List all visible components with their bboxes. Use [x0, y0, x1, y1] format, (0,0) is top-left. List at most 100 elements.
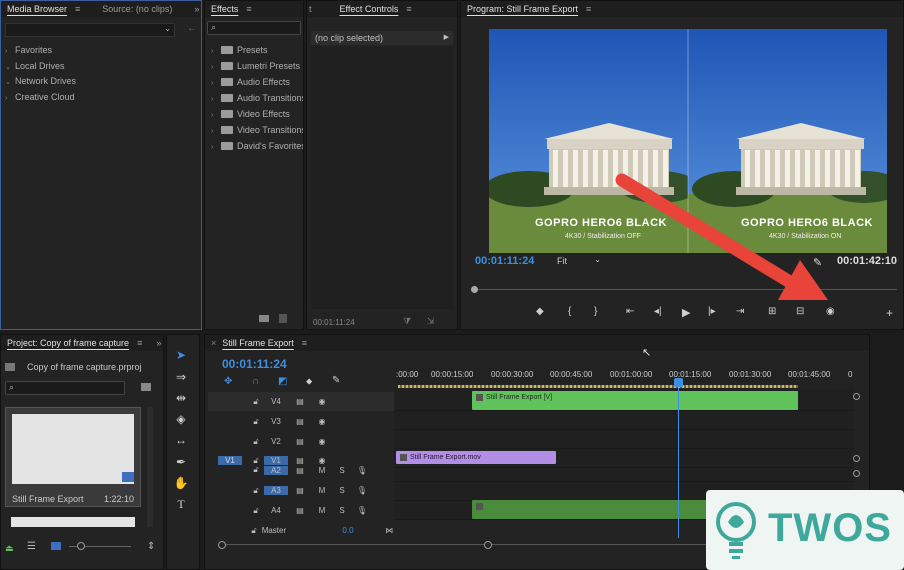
timeline-timecode[interactable]: 00:01:11:24	[222, 357, 287, 371]
effects-item-lumetri[interactable]: › Lumetri Presets	[211, 61, 300, 71]
panel-menu-icon[interactable]: ≡	[406, 4, 411, 14]
lock-icon[interactable]: ⏏	[5, 543, 14, 554]
mark-in-icon[interactable]: {	[568, 306, 571, 317]
scroll-handle-mid[interactable]	[853, 455, 860, 462]
playhead-handle[interactable]	[674, 378, 683, 387]
microphone-icon[interactable]: 🎙︎	[352, 466, 372, 475]
pen-tool-icon[interactable]: ✒	[170, 455, 192, 469]
microphone-icon[interactable]: 🎙︎	[352, 506, 372, 515]
tab-source[interactable]: Source: (no clips)	[96, 1, 178, 17]
fit-tracks-icon[interactable]: ⋈	[384, 526, 394, 535]
eye-icon[interactable]: ◉	[312, 397, 332, 406]
lock-icon[interactable]: 🔓︎	[248, 486, 264, 496]
sync-icon[interactable]: ▤	[288, 506, 312, 515]
sync-icon[interactable]: ▤	[288, 466, 312, 475]
track-label[interactable]: A2	[264, 465, 288, 475]
track-label[interactable]: A3	[264, 486, 288, 495]
tree-item-local-drives[interactable]: ⌄ Local Drives	[5, 61, 65, 71]
timeline-horizontal-scrollbar[interactable]	[218, 541, 708, 550]
mute-button[interactable]: M	[312, 466, 332, 475]
lock-icon[interactable]: 🔓︎	[248, 417, 264, 427]
wrench-icon[interactable]: ✎	[813, 256, 822, 269]
sort-icon[interactable]: ⇕	[147, 541, 155, 552]
panel-menu-icon[interactable]: ≡	[586, 4, 591, 14]
scroll-handle-right[interactable]	[484, 541, 492, 549]
lock-icon[interactable]: 🔓︎	[246, 526, 261, 536]
sync-icon[interactable]: ▤	[288, 397, 312, 406]
eye-icon[interactable]: ◉	[312, 437, 332, 446]
go-to-in-icon[interactable]: ⇤	[626, 306, 634, 317]
lane-v2[interactable]	[394, 430, 854, 449]
mark-out-icon[interactable]: }	[594, 306, 597, 317]
ripple-edit-tool-icon[interactable]: ⇹	[170, 391, 192, 405]
effects-item-audio-transitions[interactable]: › Audio Transitions	[211, 93, 303, 103]
effects-item-presets[interactable]: › Presets	[211, 45, 268, 55]
panel-menu-icon[interactable]: ≡	[246, 4, 251, 14]
selection-tool-icon[interactable]: ➤	[170, 348, 192, 362]
slip-tool-icon[interactable]: ↔	[170, 433, 192, 447]
path-dropdown[interactable]: ⌄	[5, 23, 175, 37]
microphone-icon[interactable]: 🎙︎	[352, 486, 372, 495]
add-marker-icon[interactable]: ⬥	[306, 376, 312, 387]
lock-icon[interactable]: 🔓︎	[248, 437, 264, 447]
tree-item-favorites[interactable]: › Favorites	[5, 45, 52, 55]
effects-item-video-effects[interactable]: › Video Effects	[211, 109, 290, 119]
linked-selection-icon[interactable]: ◩	[278, 376, 287, 387]
solo-button[interactable]: S	[332, 486, 352, 495]
sync-icon[interactable]: ▤	[288, 486, 312, 495]
zoom-slider[interactable]	[69, 542, 131, 550]
export-frame-camera-icon[interactable]: ◉	[826, 306, 835, 317]
export-icon[interactable]: ⇲	[427, 316, 435, 327]
effects-search-input[interactable]: ⌕	[207, 21, 301, 35]
overflow-icon[interactable]: »	[194, 4, 199, 14]
tab-timeline[interactable]: Still Frame Export	[216, 335, 300, 351]
project-scrollbar[interactable]	[147, 407, 153, 527]
new-bin-icon[interactable]	[141, 383, 151, 391]
play-icon[interactable]: ▶	[682, 306, 690, 319]
solo-button[interactable]: S	[332, 466, 352, 475]
mute-button[interactable]: M	[312, 486, 332, 495]
tab-media-browser[interactable]: Media Browser	[1, 1, 73, 17]
panel-menu-icon[interactable]: ≡	[137, 338, 142, 348]
mute-button[interactable]: M	[312, 506, 332, 515]
overflow-icon[interactable]: »	[156, 338, 161, 348]
work-area-bar[interactable]	[398, 385, 798, 388]
type-tool-icon[interactable]: T	[170, 497, 192, 512]
step-back-icon[interactable]: ◂|	[654, 306, 662, 317]
timeline-settings-wrench-icon[interactable]: ✎	[332, 375, 340, 386]
tab-effects[interactable]: Effects	[205, 1, 244, 17]
go-to-out-icon[interactable]: ⇥	[736, 306, 744, 317]
fit-dropdown[interactable]: Fit ⌄	[557, 255, 605, 269]
lane-a2[interactable]	[394, 468, 854, 482]
sync-icon[interactable]: ▤	[288, 437, 312, 446]
tree-item-creative-cloud[interactable]: › Creative Cloud	[5, 92, 75, 102]
scrub-handle[interactable]	[471, 286, 478, 293]
tab-hidden[interactable]: t	[307, 1, 314, 17]
tree-item-network-drives[interactable]: ⌄ Network Drives	[5, 76, 76, 86]
hand-tool-icon[interactable]: ✋	[170, 476, 192, 490]
clip-a4-audio[interactable]	[472, 500, 712, 519]
slider-handle[interactable]	[77, 542, 85, 550]
clip-selector[interactable]: (no clip selected) ▶	[311, 31, 453, 45]
lock-icon[interactable]: 🔓︎	[248, 506, 264, 516]
clip-thumbnail-card[interactable]: Still Frame Export 1:22:10	[5, 407, 141, 507]
tab-program[interactable]: Program: Still Frame Export	[461, 1, 584, 17]
lane-v3[interactable]	[394, 411, 854, 430]
scroll-handle-left[interactable]	[218, 541, 226, 549]
panel-menu-icon[interactable]: ≡	[75, 4, 80, 14]
track-select-tool-icon[interactable]: ⇒	[170, 370, 192, 384]
eye-icon[interactable]: ◉	[312, 417, 332, 426]
new-bin-icon[interactable]	[259, 315, 269, 322]
snap-magnet-icon[interactable]: ∩	[252, 376, 259, 387]
effects-item-favorites[interactable]: › David's Favorites	[211, 141, 303, 151]
list-view-icon[interactable]: ☰	[27, 541, 36, 552]
step-forward-icon[interactable]: |▸	[708, 306, 716, 317]
scroll-handle-low[interactable]	[853, 470, 860, 477]
solo-button[interactable]: S	[332, 506, 352, 515]
tab-project[interactable]: Project: Copy of frame capture	[1, 335, 135, 351]
filter-icon[interactable]: ⧩	[403, 316, 411, 327]
lock-icon[interactable]: 🔓︎	[248, 465, 264, 475]
clip-v4-still-frame[interactable]: Still Frame Export [V]	[472, 391, 798, 410]
scroll-handle-top[interactable]	[853, 393, 860, 400]
effects-item-audio-effects[interactable]: › Audio Effects	[211, 77, 290, 87]
